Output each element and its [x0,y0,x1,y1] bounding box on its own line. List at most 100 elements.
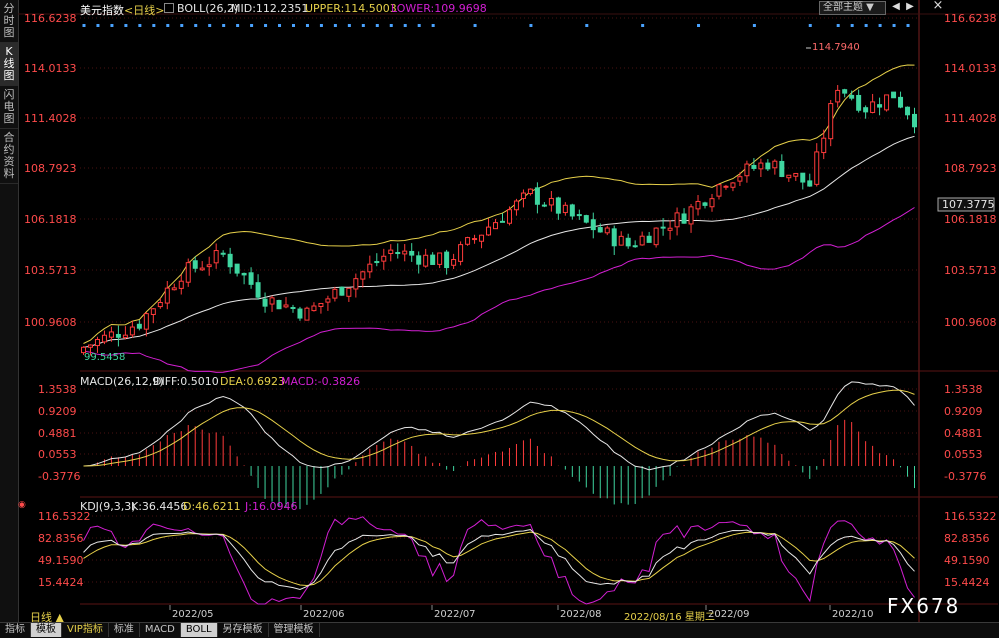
price-tick-label: 114.0133 [944,62,997,75]
signal-dot [585,24,589,27]
candle-body [625,237,631,247]
theme-select[interactable]: 全部主题 ▼ [819,1,886,15]
candle-body [807,180,813,187]
candle-body [374,261,380,264]
candle-body [800,172,806,183]
time-tick-label: 2022/10 [832,609,874,620]
bottom-tab-boll[interactable]: BOLL [180,623,218,637]
price-tick-label: 103.5713 [944,264,997,277]
candle-body [653,227,659,246]
macd-tick-label: 1.3538 [944,383,983,396]
candle-body [199,267,205,271]
macd-tick-label: 0.4881 [944,427,983,440]
candle-body [339,286,345,296]
candle-body [835,89,841,103]
candle-body [451,259,457,266]
candle-body [716,184,722,197]
side-tab-contract-info[interactable]: 合约资料 [0,129,18,184]
price-tick-label-left: 100.9608 [24,316,77,329]
candle-body [590,219,596,231]
candle-body [423,254,429,267]
candle-body [283,304,289,308]
signal-dot [529,24,533,27]
candle-body [779,160,785,177]
candle-body [506,209,512,224]
candle-body [234,263,240,274]
candle-body [583,215,589,223]
boll-upper: UPPER:114.5003 [305,2,397,15]
candle-body [248,272,254,285]
candle-body [486,226,492,236]
candle-body [814,151,820,185]
candle-body [562,204,568,214]
price-tick-label-left: 111.4028 [24,112,77,125]
signal-dot [319,24,323,27]
signal-dot [110,24,114,27]
boll-upper-line [83,64,915,344]
bottom-tab-manage-template[interactable]: 管理模板 [269,623,320,637]
candle-body [499,220,505,223]
bottom-tab-indicator[interactable]: 指标 [0,623,31,637]
candle-body [828,103,834,140]
candle-body [192,260,198,269]
candle-body [681,213,687,224]
price-tick-label: 108.7923 [944,162,997,175]
signal-dot [697,24,701,27]
chart-canvas[interactable]: 116.6238 116.6238 114.0133 114.0133 111.4028… [18,0,999,622]
price-tick-label: 100.9608 [944,316,997,329]
period-label: <日线> [124,4,165,17]
macd-dea: DEA:0.6923 [220,375,285,388]
candle-body [129,326,135,336]
price-tick-label: 106.1818 [944,213,997,226]
candle-body [290,307,296,310]
signal-dot [836,24,840,27]
theme-next-button[interactable]: ▶ [903,1,917,13]
candle-body [262,298,268,307]
candle-body [723,185,729,188]
candle-body [150,308,156,315]
candle-body [241,272,247,276]
candle-body [737,176,743,182]
low-annotation: 99.5458 [84,352,125,363]
candle-body [227,253,233,268]
signal-dot [361,24,365,27]
side-tab-flash[interactable]: 闪电图 [0,86,18,129]
candle-body [416,255,422,265]
macd-dea-line [83,389,915,467]
candle-body [318,302,324,308]
kdj-tick-label: 49.1590 [944,554,990,567]
signal-dot [906,24,910,27]
theme-prev-button[interactable]: ◀ [889,1,903,13]
indicator-toggle-icon[interactable] [164,3,174,13]
candle-body [171,287,177,291]
bottom-tab-macd[interactable]: MACD [140,623,181,637]
candle-body [541,204,547,207]
bottom-tab-vip[interactable]: VIP指标 [62,623,109,637]
candle-body [709,198,715,208]
side-tab-kline[interactable]: K线图 [0,43,18,86]
candle-body [576,214,582,217]
price-tick-label-left: 116.6238 [24,12,77,25]
price-tick-label-left: 106.1818 [24,213,77,226]
side-tab-timeshare[interactable]: 分时图 [0,0,18,43]
candle-body [702,202,708,206]
candle-body [206,264,212,268]
candle-body [793,172,799,177]
candle-body [618,235,624,246]
candle-body [632,245,638,248]
macd-value: MACD:-0.3826 [281,375,361,388]
boll-lower-line [83,207,915,373]
close-icon[interactable]: × [931,0,945,12]
candle-body [730,182,736,188]
signal-dot [473,24,477,27]
candle-body [863,107,869,113]
candle-body [611,228,617,247]
bottom-tab-standard[interactable]: 标准 [109,623,140,637]
sidebar: 分时图 K线图 闪电图 合约资料 [0,0,19,637]
signal-dot [892,24,896,27]
kdj-k: K:36.4456 [131,500,188,513]
bottom-tab-template[interactable]: 模板 [31,623,62,637]
candle-body [555,197,561,214]
candle-body [877,104,883,108]
bottom-tab-save-template[interactable]: 另存模板 [218,623,269,637]
